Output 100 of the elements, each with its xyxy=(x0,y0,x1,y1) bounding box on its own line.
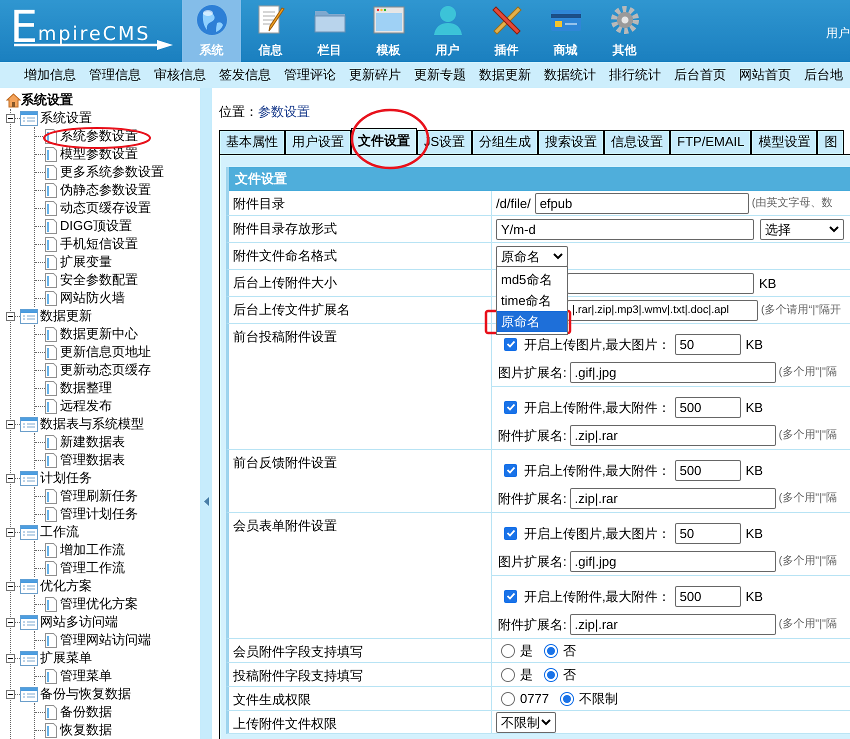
tree-item-label[interactable]: 模型参数设置 xyxy=(60,145,138,163)
radio-button[interactable] xyxy=(544,644,558,658)
radio-button[interactable] xyxy=(501,668,515,682)
submenu-link[interactable]: 网站首页 xyxy=(739,65,791,85)
tree-group-label[interactable]: 扩展菜单 xyxy=(40,649,92,667)
tree-item-label[interactable]: 手机短信设置 xyxy=(60,235,138,253)
tree-item-label[interactable]: 新建数据表 xyxy=(60,433,125,451)
submenu-link[interactable]: 更新专题 xyxy=(414,65,466,85)
collapse-icon[interactable] xyxy=(6,654,15,662)
radio-button[interactable] xyxy=(560,692,574,706)
select-dropdown[interactable]: 选择 xyxy=(760,218,844,240)
text-field[interactable]: .zip|.rar xyxy=(570,424,776,446)
tree-item-label[interactable]: 增加工作流 xyxy=(60,541,125,559)
tree-item-label[interactable]: 更新动态页缓存 xyxy=(60,361,151,379)
tree-item-label[interactable]: 管理数据表 xyxy=(60,451,125,469)
select-dropdown[interactable]: 原命名 xyxy=(496,246,568,266)
checkbox[interactable] xyxy=(504,526,517,540)
text-field[interactable]: .zip|.rar xyxy=(570,614,776,634)
nav-tab[interactable]: 用户 xyxy=(418,0,477,62)
tree-group-label[interactable]: 系统设置 xyxy=(40,109,92,127)
nav-tab[interactable]: 信息 xyxy=(241,0,300,62)
submenu-link[interactable]: 管理信息 xyxy=(89,65,141,85)
dropdown-option[interactable]: md5命名 xyxy=(497,268,567,290)
text-field[interactable]: 50 xyxy=(674,522,741,544)
checkbox[interactable] xyxy=(504,400,517,414)
collapse-sidebar-icon[interactable] xyxy=(204,497,208,506)
text-field[interactable]: .gif|.jpg xyxy=(570,550,776,572)
tab[interactable]: 分组生成 xyxy=(472,130,538,154)
collapse-icon[interactable] xyxy=(6,114,15,122)
tab[interactable]: 搜索设置 xyxy=(538,130,604,154)
submenu-link[interactable]: 数据统计 xyxy=(544,65,596,85)
tree-item-label[interactable]: 备份数据 xyxy=(60,703,112,721)
tree-item-label[interactable]: DIGG顶设置 xyxy=(60,217,132,235)
submenu-link[interactable]: 更新碎片 xyxy=(349,65,401,85)
collapse-icon[interactable] xyxy=(6,690,15,698)
tree-group-label[interactable]: 网站多访问端 xyxy=(40,613,118,631)
radio-button[interactable] xyxy=(544,668,558,682)
text-field[interactable]: |.rar|.zip|.mp3|.wmv|.txt|.doc|.apl xyxy=(567,300,758,320)
collapse-icon[interactable] xyxy=(6,618,15,626)
radio-button[interactable] xyxy=(501,644,515,658)
tree-item-label[interactable]: 动态页缓存设置 xyxy=(60,199,151,217)
tree-item-label[interactable]: 数据整理 xyxy=(60,379,112,397)
submenu-link[interactable]: 排行统计 xyxy=(609,65,661,85)
tab[interactable]: FTP/EMAIL xyxy=(670,130,752,154)
text-field[interactable]: 500 xyxy=(674,460,741,480)
text-field[interactable]: 500 xyxy=(674,396,741,418)
tab[interactable]: 基本属性 xyxy=(219,130,285,154)
collapse-icon[interactable] xyxy=(6,420,15,428)
text-field[interactable]: .gif|.jpg xyxy=(570,362,776,382)
submenu-link[interactable]: 数据更新 xyxy=(479,65,531,85)
tree-item-label[interactable]: 网站防火墙 xyxy=(60,289,125,307)
tree-item-label[interactable]: 管理优化方案 xyxy=(60,595,138,613)
tab[interactable]: 用户设置 xyxy=(285,130,351,154)
checkbox[interactable] xyxy=(504,464,517,476)
tree-group-label[interactable]: 优化方案 xyxy=(40,577,92,595)
submenu-link[interactable]: 审核信息 xyxy=(154,65,206,85)
nav-tab[interactable]: 其他 xyxy=(595,0,654,62)
tree-item-label[interactable]: 管理刷新任务 xyxy=(60,487,138,505)
tree-item-label[interactable]: 扩展变量 xyxy=(60,253,112,271)
text-field[interactable]: efpub xyxy=(534,192,749,214)
submenu-link[interactable]: 增加信息 xyxy=(24,65,76,85)
text-field[interactable]: 500 xyxy=(674,586,741,606)
collapse-icon[interactable] xyxy=(6,474,15,482)
tree-item-label[interactable]: 管理计划任务 xyxy=(60,505,138,523)
tree-item-label[interactable]: 更多系统参数设置 xyxy=(60,163,164,181)
tree-item-label[interactable]: 管理工作流 xyxy=(60,559,125,577)
tab[interactable]: 信息设置 xyxy=(604,130,670,154)
tree-item-label[interactable]: 管理网站访问端 xyxy=(60,631,151,649)
breadcrumb-link[interactable]: 参数设置 xyxy=(258,102,310,122)
tree-group-label[interactable]: 计划任务 xyxy=(40,469,92,487)
tab[interactable]: 图 xyxy=(817,130,844,154)
tab[interactable]: 模型设置 xyxy=(751,130,818,154)
tree-item-label[interactable]: 数据更新中心 xyxy=(60,325,138,343)
tree-item-label[interactable]: 恢复数据 xyxy=(60,721,112,739)
user-link[interactable]: 用户 xyxy=(826,24,850,62)
tree-group-label[interactable]: 数据更新 xyxy=(40,307,92,325)
nav-tab[interactable]: 模板 xyxy=(359,0,418,62)
tree-group-label[interactable]: 工作流 xyxy=(40,523,79,541)
text-field[interactable]: 50 xyxy=(674,334,741,354)
collapse-icon[interactable] xyxy=(6,528,15,536)
text-field[interactable]: .zip|.rar xyxy=(570,488,776,508)
tree-item-label[interactable]: 更新信息页地址 xyxy=(60,343,151,361)
tree-item-label[interactable]: 伪静态参数设置 xyxy=(60,181,151,199)
tree-group-label[interactable]: 数据表与系统模型 xyxy=(40,415,144,433)
checkbox[interactable] xyxy=(504,590,517,602)
submenu-link[interactable]: 后台地 xyxy=(804,65,843,85)
tree-item-label[interactable]: 管理菜单 xyxy=(60,667,112,685)
collapse-icon[interactable] xyxy=(6,582,15,590)
tree-group-label[interactable]: 备份与恢复数据 xyxy=(40,685,131,703)
submenu-link[interactable]: 签发信息 xyxy=(219,65,271,85)
nav-tab[interactable]: 插件 xyxy=(477,0,536,62)
tree-root-label[interactable]: 系统设置 xyxy=(21,91,73,109)
text-field[interactable]: Y/m-d xyxy=(496,218,754,240)
dropdown-option[interactable]: time命名 xyxy=(497,290,567,310)
submenu-link[interactable]: 后台首页 xyxy=(674,65,726,85)
tree-item-label[interactable]: 安全参数配置 xyxy=(60,271,138,289)
tab[interactable]: 文件设置 xyxy=(351,128,417,154)
submenu-link[interactable]: 管理评论 xyxy=(284,65,336,85)
radio-button[interactable] xyxy=(501,692,515,706)
select-dropdown[interactable]: 不限制 xyxy=(496,712,556,733)
